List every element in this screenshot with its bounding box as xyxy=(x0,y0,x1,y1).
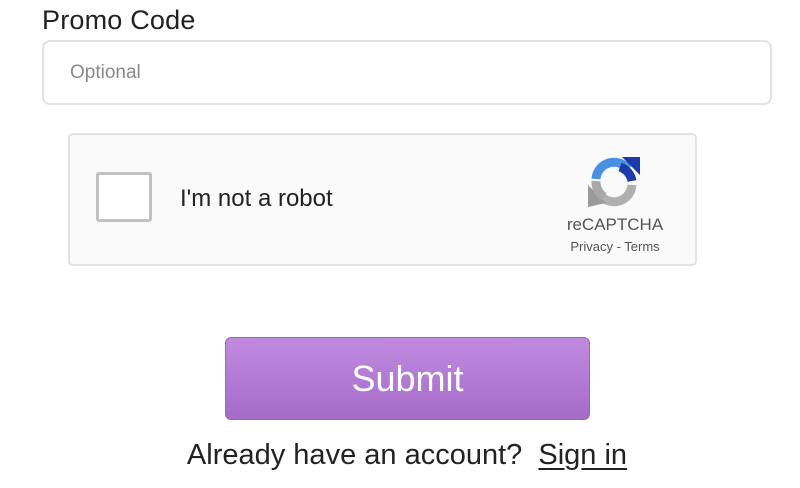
signin-prompt-text: Already have an account? xyxy=(186,439,539,471)
recaptcha-privacy-link[interactable]: Privacy xyxy=(570,239,613,254)
recaptcha-terms-link[interactable]: Terms xyxy=(624,239,659,254)
signin-link[interactable]: Sign in xyxy=(538,439,627,471)
promo-code-label: Promo Code xyxy=(42,5,196,35)
recaptcha-checkbox[interactable] xyxy=(96,172,152,222)
recaptcha-links-separator: - xyxy=(612,239,625,254)
recaptcha-logo-icon xyxy=(588,157,640,207)
submit-button[interactable]: Submit xyxy=(225,337,590,420)
recaptcha-links: Privacy - Terms xyxy=(540,238,690,256)
recaptcha-label: I'm not a robot xyxy=(180,185,333,212)
promo-code-input[interactable] xyxy=(42,40,772,105)
recaptcha-brand: reCAPTCHA xyxy=(566,215,664,234)
recaptcha-widget: I'm not a robot reCAPTCHA Privacy - Term… xyxy=(68,133,697,266)
signin-prompt-row: Already have an account? Sign in xyxy=(0,436,800,474)
